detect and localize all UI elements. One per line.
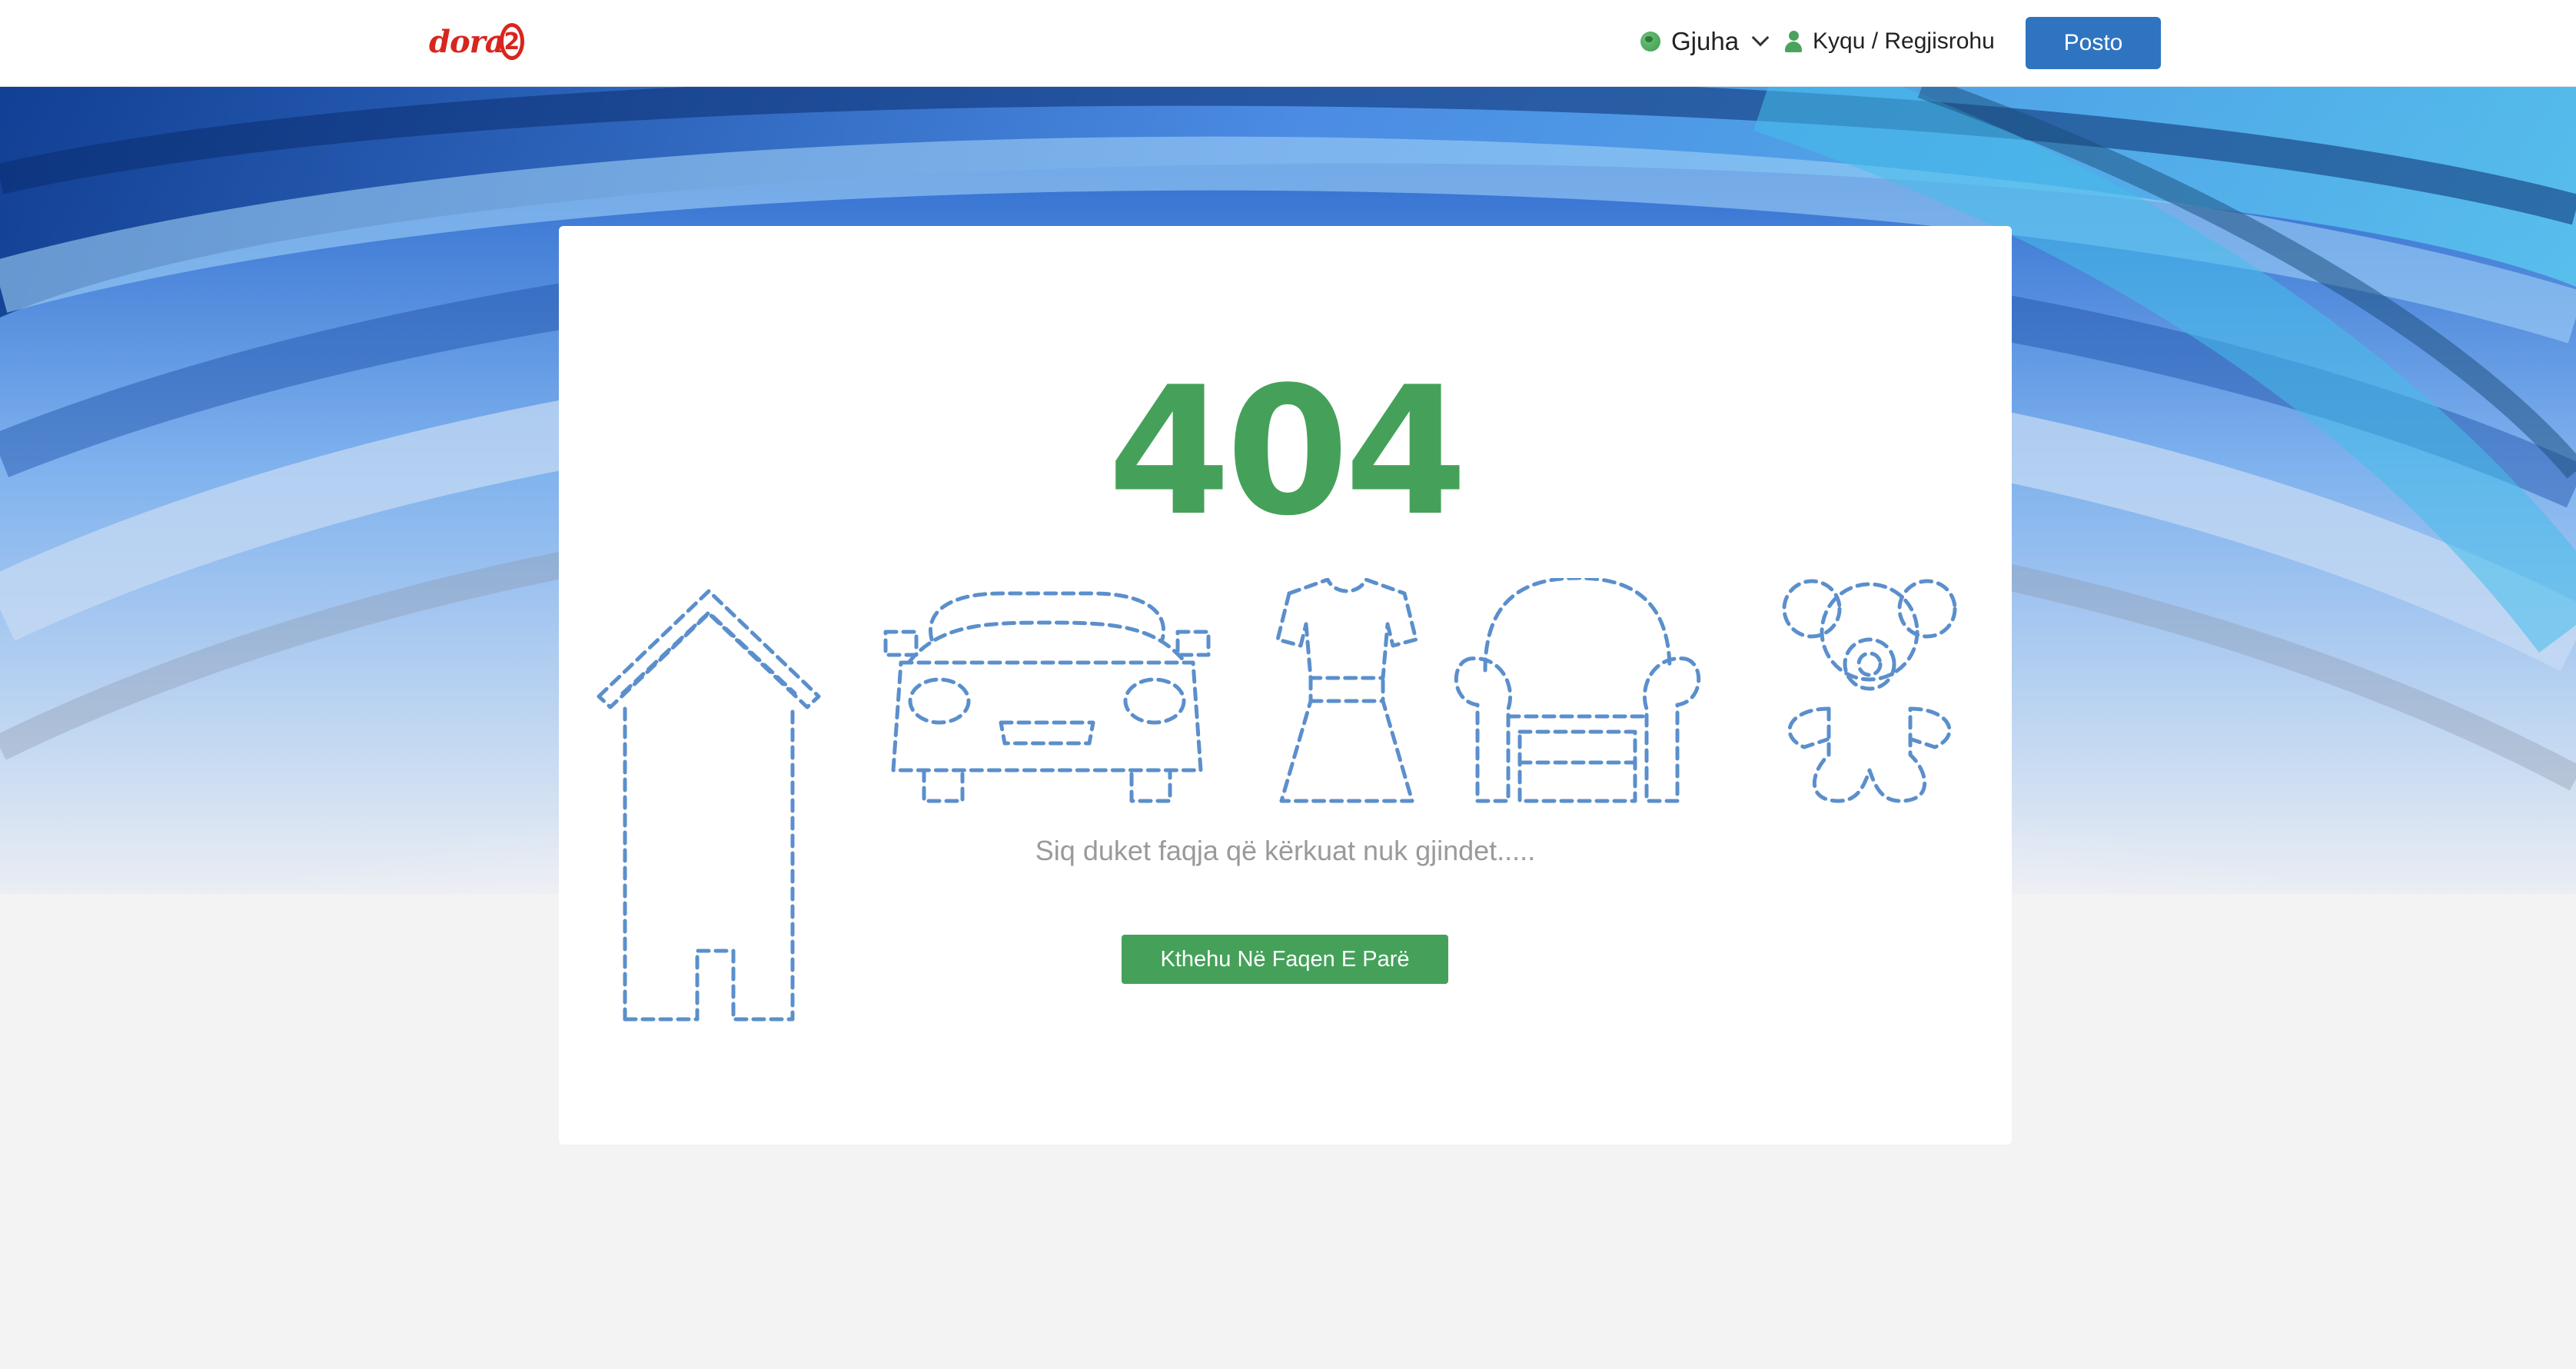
language-selector[interactable]: Gjuha: [1640, 23, 1770, 60]
post-button[interactable]: Posto: [2026, 17, 2161, 69]
not-found-message: Siq duket faqja që kërkuat nuk gjindet..…: [1035, 835, 1536, 866]
teddy-bear-icon: [1782, 579, 1957, 803]
house-icon: [597, 589, 821, 1022]
language-label: Gjuha: [1671, 27, 1740, 55]
site-logo[interactable]: dora 2: [429, 17, 524, 66]
error-code: 404: [1107, 350, 1467, 555]
armchair-icon: [1454, 578, 1701, 803]
logo-text: dora: [429, 23, 505, 60]
car-icon: [883, 591, 1211, 803]
globe-icon: [1640, 32, 1660, 52]
logo-badge: 2: [499, 23, 524, 60]
error-card: 404 Siq duket faqja që kërkuat nuk gjind…: [559, 226, 2012, 1145]
dress-icon: [1275, 578, 1418, 803]
chevron-down-icon: [1751, 28, 1770, 47]
login-label: Kyqu / Regjisrohu: [1813, 28, 1995, 54]
login-register-link[interactable]: Kyqu / Regjisrohu: [1785, 23, 1995, 60]
back-to-home-button[interactable]: Kthehu Në Faqen E Parë: [1122, 935, 1448, 984]
user-icon: [1785, 31, 1802, 52]
top-navbar: dora 2 Gjuha Kyqu / Regjisrohu Posto: [0, 0, 2576, 87]
